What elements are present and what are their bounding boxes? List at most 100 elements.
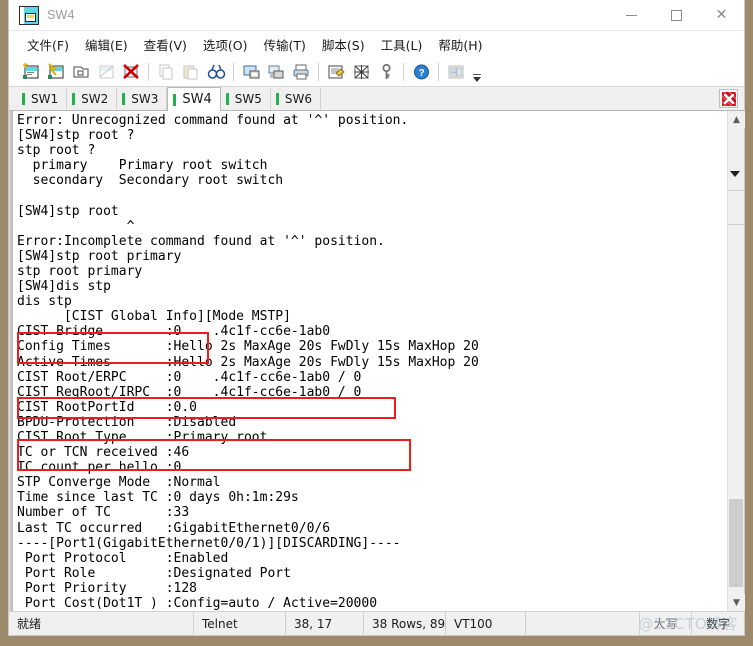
chevron-down-icon xyxy=(472,77,481,82)
connect-local-shell-icon xyxy=(94,60,118,84)
paste-glyph xyxy=(183,65,197,80)
title-bar: SW4 ✕ xyxy=(9,0,744,31)
toolbar-separator-4 xyxy=(403,63,404,81)
tab-label: SW4 xyxy=(182,92,212,107)
new-session-glyph xyxy=(22,63,38,79)
tab-label: SW2 xyxy=(81,92,109,106)
terminal-output[interactable]: Error: Unrecognized command found at '^'… xyxy=(13,111,727,611)
terminal-line: Port Role :Designated Port xyxy=(17,565,291,581)
tab-sw6[interactable]: SW6 xyxy=(270,88,322,110)
tab-status-marker xyxy=(225,93,229,105)
arrange-windows-icon xyxy=(444,60,468,84)
binoculars-glyph xyxy=(207,64,225,79)
terminal-line: [SW4]stp root xyxy=(17,203,119,219)
disconnect-glyph xyxy=(122,64,139,79)
terminal-line: CIST RootPortId :0.0 xyxy=(17,399,198,415)
terminal-line: Port Priority :128 xyxy=(17,580,198,596)
terminal-line: secondary Secondary root switch xyxy=(17,173,284,189)
new-session-icon[interactable] xyxy=(19,60,43,84)
log-session-icon[interactable] xyxy=(264,60,288,84)
help-glyph: ? xyxy=(413,64,429,80)
terminal-line: primary Primary root switch xyxy=(17,158,268,174)
close-tab-button[interactable] xyxy=(719,89,738,108)
menu-options[interactable]: 选项(O) xyxy=(195,32,256,57)
tab-sw4[interactable]: SW4 xyxy=(167,87,221,111)
minimize-button[interactable] xyxy=(609,0,654,31)
scroll-up-button[interactable]: ▲ xyxy=(728,111,745,128)
key-icon[interactable] xyxy=(374,60,398,84)
terminal-line: [SW4]stp root primary xyxy=(17,248,182,264)
session-tab-bar: SW1 SW2 SW3 SW4 SW5 SW6 xyxy=(9,87,744,111)
terminal-line: CIST Bridge :0 .4c1f-cc6e-1ab0 xyxy=(17,324,331,340)
terminal-line: CIST RegRoot/IRPC :0 .4c1f-cc6e-1ab0 / 0 xyxy=(17,384,362,400)
menu-tools[interactable]: 工具(L) xyxy=(373,32,431,57)
tab-status-marker xyxy=(22,93,25,105)
session-options-icon[interactable] xyxy=(324,60,348,84)
menu-view[interactable]: 查看(V) xyxy=(136,32,195,57)
tab-label: SW5 xyxy=(234,92,262,106)
clone-session-icon[interactable] xyxy=(69,60,93,84)
window-title: SW4 xyxy=(47,8,75,22)
menu-edit[interactable]: 编辑(E) xyxy=(77,32,136,57)
connect-local-shell-glyph xyxy=(99,65,113,79)
tab-sw1[interactable]: SW1 xyxy=(17,88,68,110)
terminal-line: dis stp xyxy=(17,294,72,310)
print-screen-icon[interactable] xyxy=(239,60,263,84)
session-options-glyph xyxy=(328,65,345,79)
status-ready: 就绪 xyxy=(9,612,194,635)
status-spacer xyxy=(526,612,640,635)
close-icon: ✕ xyxy=(715,7,728,23)
paste-icon xyxy=(179,60,203,84)
status-num-lock: 数字 xyxy=(705,617,730,631)
terminal-line: Error: Unrecognized command found at '^'… xyxy=(17,113,409,128)
terminal-line: Active Times :Hello 2s MaxAge 20s FwDly … xyxy=(17,354,479,370)
log-session-glyph xyxy=(268,65,283,79)
help-icon[interactable]: ? xyxy=(409,60,433,84)
printer-glyph xyxy=(293,64,308,80)
tool-bar: ? xyxy=(9,58,744,87)
global-options-icon[interactable] xyxy=(349,60,373,84)
scrollbar-tick xyxy=(728,190,744,191)
close-tab-icon xyxy=(721,91,736,106)
terminal-line: CIST Root/ERPC :0 .4c1f-cc6e-1ab0 / 0 xyxy=(17,369,362,385)
tab-sw3[interactable]: SW3 xyxy=(117,88,168,110)
global-options-glyph xyxy=(353,65,369,79)
disconnect-icon[interactable] xyxy=(119,60,143,84)
find-icon[interactable] xyxy=(204,60,228,84)
connect-session-icon[interactable] xyxy=(44,60,68,84)
terminal-line: STP Converge Mode :Normal xyxy=(17,475,221,491)
status-caps-lock: 大写 xyxy=(640,612,692,635)
status-emulation: VT100 xyxy=(446,612,526,635)
minimize-icon xyxy=(626,14,637,16)
menu-transfer[interactable]: 传输(T) xyxy=(256,32,314,57)
maximize-button[interactable] xyxy=(654,0,699,31)
terminal-line: Number of TC :33 xyxy=(17,505,190,521)
terminal-scrollbar[interactable]: ▲ ▼ xyxy=(727,111,745,611)
print-icon[interactable] xyxy=(289,60,313,84)
terminal-app-icon xyxy=(19,5,39,25)
toolbar-overflow-button[interactable] xyxy=(471,60,482,84)
menu-help[interactable]: 帮助(H) xyxy=(430,32,490,57)
scrollbar-thumb[interactable] xyxy=(729,499,743,587)
close-button[interactable]: ✕ xyxy=(699,0,744,31)
print-screen-glyph xyxy=(243,65,259,79)
terminal-line: CIST Root Type :Primary root xyxy=(17,429,268,445)
terminal-line: BPDU-Protection :Disabled xyxy=(17,414,237,430)
toolbar-separator-1 xyxy=(148,63,149,81)
window-controls: ✕ xyxy=(609,0,744,31)
terminal-line: [CIST Global Info][Mode MSTP] xyxy=(17,309,291,325)
terminal-line: Time since last TC :0 days 0h:1m:29s xyxy=(17,490,299,506)
scroll-down-button[interactable]: ▼ xyxy=(728,594,745,611)
terminal-line: Error:Incomplete command found at '^' po… xyxy=(17,233,385,249)
menu-file[interactable]: 文件(F) xyxy=(19,32,77,57)
terminal-line: Port Protocol :Enabled xyxy=(17,550,229,566)
tab-label: SW1 xyxy=(31,92,59,106)
menu-script[interactable]: 脚本(S) xyxy=(314,32,373,57)
scrollbar-track[interactable] xyxy=(728,128,744,594)
tab-sw2[interactable]: SW2 xyxy=(67,88,118,110)
tab-status-marker xyxy=(173,93,177,106)
tab-sw5[interactable]: SW5 xyxy=(220,88,271,110)
terminal-line: [SW4]stp root ? xyxy=(17,128,135,144)
svg-text:?: ? xyxy=(418,68,424,79)
